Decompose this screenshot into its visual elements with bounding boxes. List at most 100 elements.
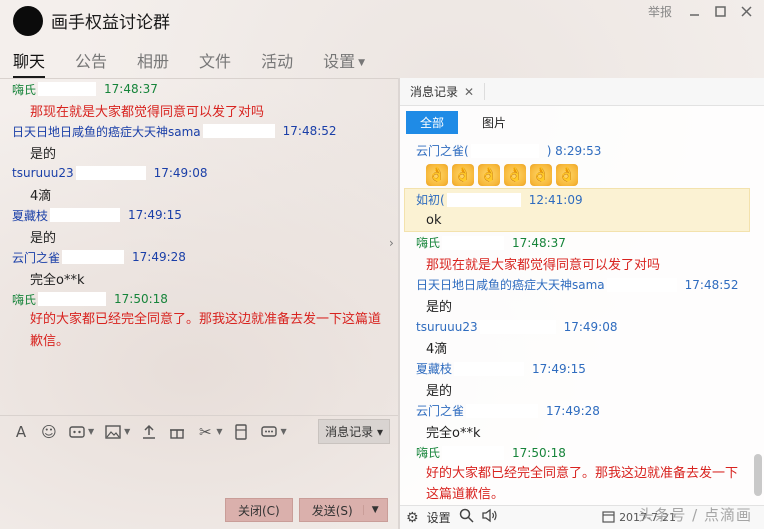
- redaction: [38, 292, 107, 306]
- message-sender[interactable]: 嗨氏: [416, 444, 440, 461]
- history-message-list[interactable]: 云门之雀() 8:29:53 👌 👌 👌 👌 👌 👌 如初(12:41:09 o…: [400, 140, 752, 502]
- message-sender[interactable]: 如初(: [416, 191, 445, 208]
- message-text: 是的: [426, 384, 453, 399]
- message-text: 4滴: [30, 188, 52, 204]
- group-avatar[interactable]: [13, 6, 43, 36]
- red-packet-icon[interactable]: [230, 421, 252, 443]
- redaction: [446, 192, 521, 207]
- chevron-down-icon[interactable]: ▼: [362, 505, 387, 515]
- close-button[interactable]: 关闭(C): [225, 498, 293, 522]
- message-sender[interactable]: 云门之雀: [12, 249, 60, 266]
- emoji-icon[interactable]: ☺: [38, 421, 60, 443]
- message-sender[interactable]: 日天日地日咸鱼的癌症大天神sama: [12, 123, 201, 140]
- tab-files[interactable]: 文件: [199, 44, 231, 74]
- gift-icon[interactable]: [166, 421, 188, 443]
- message-time: 17:49:28: [132, 250, 186, 264]
- message-time: 17:50:18: [512, 445, 566, 460]
- history-message-highlighted: 如初( 12:41:09 ok: [404, 188, 750, 232]
- speaker-icon[interactable]: [481, 508, 498, 527]
- filter-images-button[interactable]: 图片: [472, 111, 516, 134]
- gif-icon[interactable]: [66, 421, 88, 443]
- message-sender[interactable]: 嗨氏: [416, 234, 440, 251]
- chevron-down-icon[interactable]: ▼: [124, 427, 130, 436]
- message-text: ok: [426, 213, 442, 228]
- font-icon[interactable]: A: [10, 421, 32, 443]
- message-time: 17:49:08: [153, 166, 208, 180]
- close-icon[interactable]: [740, 6, 752, 18]
- redaction: [454, 361, 525, 376]
- message-time: 17:49:08: [563, 319, 618, 334]
- message-time: 17:49:15: [532, 361, 586, 376]
- message-sender[interactable]: 嗨氏: [12, 81, 36, 98]
- tab-activities[interactable]: 活动: [261, 44, 293, 74]
- filter-all-button[interactable]: 全部: [406, 110, 459, 134]
- tab-bar: 聊天 公告 相册 文件 活动 设置 ▼: [0, 44, 382, 78]
- chevron-down-icon[interactable]: ▼: [280, 427, 286, 436]
- message-text: 完全o**k: [30, 272, 85, 288]
- message-sender[interactable]: 云门之雀(: [416, 142, 469, 159]
- message-text: 那现在就是大家都觉得同意可以发了对吗: [30, 104, 265, 120]
- redaction: [50, 208, 121, 222]
- message-sender[interactable]: tsuruuu23: [12, 166, 74, 180]
- redaction: [466, 403, 539, 418]
- message-sender[interactable]: 嗨氏: [12, 291, 36, 308]
- settings-gear-icon[interactable]: ⚙: [406, 510, 419, 526]
- tab-chat[interactable]: 聊天: [13, 44, 46, 78]
- message-sender[interactable]: tsuruuu23: [416, 320, 478, 334]
- more-icon[interactable]: [258, 421, 280, 443]
- ok-hand-icon: 👌: [556, 163, 578, 186]
- calendar-icon: [602, 510, 615, 526]
- send-controls: 关闭(C) 发送(S) ▼: [225, 498, 388, 522]
- upload-icon[interactable]: [138, 421, 160, 443]
- history-tab[interactable]: 消息记录 ✕: [410, 83, 486, 100]
- message-time: 17:50:18: [114, 292, 168, 306]
- chevron-down-icon: ▼: [358, 58, 366, 68]
- window-controls: 举报: [648, 3, 752, 20]
- history-button[interactable]: 消息记录 ▾: [318, 419, 390, 444]
- send-button[interactable]: 发送(S) ▼: [298, 498, 388, 522]
- message-time: ) 8:29:53: [546, 143, 602, 158]
- redaction: [38, 82, 97, 96]
- chevron-right-icon[interactable]: ›: [389, 236, 394, 250]
- tab-settings-label: 设置: [323, 52, 356, 71]
- tab-settings[interactable]: 设置 ▼: [323, 44, 365, 74]
- message-sender[interactable]: 云门之雀: [416, 402, 464, 419]
- chat-message: 云门之雀 17:49:28 完全o**k: [0, 247, 398, 289]
- redaction: [62, 250, 125, 264]
- history-settings-label[interactable]: 设置: [427, 509, 451, 526]
- message-time: 17:48:52: [684, 277, 739, 292]
- chevron-down-icon[interactable]: ▼: [88, 427, 94, 436]
- input-toolbar: A ☺ ▼ ▼ ✂ ▼ ▼ 消息记录 ▾: [0, 415, 398, 447]
- message-sender[interactable]: 夏藏枝: [416, 360, 452, 377]
- message-text: 好的大家都已经完全同意了。那我这边就准备去发一下这篇道歉信。: [30, 312, 382, 349]
- redaction: [606, 277, 677, 292]
- message-text: 完全o**k: [426, 426, 481, 441]
- chat-message-area[interactable]: 嗨氏 17:48:37 那现在就是大家都觉得同意可以发了对吗 日天日地日咸鱼的癌症…: [0, 78, 398, 411]
- ok-hand-icon: 👌: [452, 163, 474, 186]
- minimize-icon[interactable]: [688, 6, 700, 18]
- redaction: [442, 445, 505, 460]
- close-icon[interactable]: ✕: [464, 85, 474, 99]
- scissors-icon[interactable]: ✂: [194, 421, 216, 443]
- title-bar: 画手权益讨论群 举报: [0, 0, 764, 38]
- history-title: 消息记录: [410, 85, 459, 99]
- redaction: [202, 124, 275, 138]
- image-icon[interactable]: [102, 421, 124, 443]
- chevron-down-icon[interactable]: ▼: [216, 427, 222, 436]
- message-sender[interactable]: 日天日地日咸鱼的癌症大天神sama: [416, 276, 605, 293]
- report-button[interactable]: 举报: [648, 3, 672, 20]
- chat-message: tsuruuu23 17:49:08 4滴: [0, 163, 398, 205]
- redaction: [442, 235, 505, 250]
- search-icon[interactable]: [459, 508, 474, 527]
- message-sender[interactable]: 夏藏枝: [12, 207, 48, 224]
- redaction: [479, 319, 556, 334]
- maximize-icon[interactable]: [714, 6, 726, 18]
- message-time: 17:49:28: [546, 403, 600, 418]
- message-text: 是的: [30, 230, 57, 246]
- tab-album[interactable]: 相册: [137, 44, 169, 74]
- history-message: 云门之雀 17:49:28 完全o**k: [400, 400, 752, 442]
- tab-notice[interactable]: 公告: [75, 44, 107, 74]
- send-button-label: 发送(S): [311, 503, 353, 518]
- message-time: 12:41:09: [528, 192, 583, 207]
- history-scrollbar[interactable]: [754, 454, 762, 496]
